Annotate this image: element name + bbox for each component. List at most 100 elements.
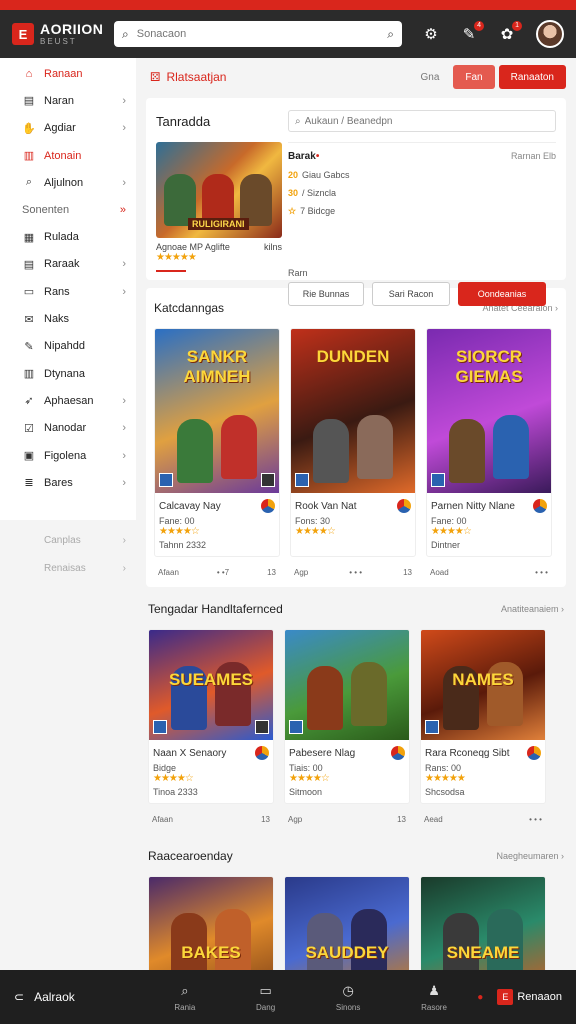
- platform-icon: [153, 720, 167, 734]
- sidebar-item-atonain[interactable]: ▥ Atonain: [0, 142, 136, 169]
- sidebar-muted-label: Renaisas: [44, 562, 86, 574]
- bottom-tab-rasore[interactable]: ♟ Rasore: [421, 983, 447, 1012]
- game-cover-art: SUEAMES: [149, 630, 273, 740]
- game-card[interactable]: DUNDEN Rook Van Nat Fons: 30 ★★★★☆: [290, 328, 416, 557]
- gear-icon[interactable]: ✿ 1: [498, 21, 522, 43]
- user-avatar[interactable]: [536, 20, 564, 48]
- sidebar-item-label: Figolena: [44, 449, 87, 462]
- sidebar-muted-item[interactable]: Canplas ›: [0, 526, 136, 554]
- game-extra: Dintner: [431, 540, 461, 550]
- section-see-all-link[interactable]: Anatiteanaiem ›: [501, 604, 564, 614]
- sidebar-section-header[interactable]: Sonenten »: [0, 196, 136, 223]
- game-stat: Fons: 30: [295, 516, 331, 526]
- settings-icon[interactable]: ⚙: [422, 25, 440, 43]
- folder-icon: ▭: [23, 286, 35, 299]
- sidebar-item-naks[interactable]: ✉ Naks: [0, 305, 136, 332]
- stat-number: 20: [288, 170, 299, 180]
- sidebar-item-raraak[interactable]: ▤ Raraak ›: [0, 251, 136, 278]
- rating-stars: ★★★★☆: [153, 773, 194, 784]
- sidebar-item-rans[interactable]: ▭ Rans ›: [0, 278, 136, 305]
- app-icon: E: [497, 989, 514, 1005]
- notification-badge: 4: [474, 21, 484, 31]
- featured-info: Barak• Rarnan Elb 20 Giau Gabcs 30/ Sizncl…: [288, 142, 556, 238]
- more-dots-icon[interactable]: • • •: [349, 568, 362, 577]
- book-icon: ▥: [23, 150, 35, 163]
- sidebar-item-dtynana[interactable]: ▥ Dtynana: [0, 360, 136, 387]
- page-title: ⚄ Rlatsaatjan: [150, 70, 227, 84]
- game-card[interactable]: NAMES Rara Rconeqg Sibt Rans: 00 ★★★★★ Shcso…: [420, 629, 546, 804]
- secondary-button[interactable]: Rie Bunnas: [288, 282, 364, 306]
- sidebar-muted-item[interactable]: Renaisas ›: [0, 554, 136, 582]
- game-extra: Tahnn 2332: [159, 540, 207, 550]
- card-footer-count: 13: [397, 814, 406, 824]
- sidebar-item-rulada[interactable]: ▦ Rulada: [0, 223, 136, 250]
- bottom-tab-rania[interactable]: ⌕ Rania: [174, 983, 195, 1012]
- controller-icon: [255, 720, 269, 734]
- bottom-right-label: Renaaon: [517, 991, 562, 1003]
- search-bar[interactable]: ⌕ ⌕: [114, 21, 402, 47]
- game-cover-art: SIORCR GIEMAS: [427, 329, 551, 493]
- pen-icon: ✎: [24, 340, 34, 353]
- game-card[interactable]: BAKES: [148, 876, 274, 970]
- rating-stars: ★★★★☆: [289, 773, 330, 784]
- section-title: Raacearoenday: [148, 849, 233, 863]
- game-card[interactable]: Pabesere Nlag Tiais: 00 ★★★★☆ Sitmoon: [284, 629, 410, 804]
- sidebar-item-ranaan[interactable]: ⌂ Ranaan: [0, 60, 136, 87]
- stat-label: Giau Gabcs: [302, 170, 350, 180]
- section-see-all-link[interactable]: Naegheumaren ›: [496, 851, 564, 861]
- game-card[interactable]: SUEAMES Naan X Senaory Bidge ★★★★☆ Tinoa 233…: [148, 629, 274, 804]
- featured-game-art[interactable]: RULIGIRANI: [156, 142, 282, 238]
- game-card[interactable]: SNEAME: [420, 876, 546, 970]
- game-card[interactable]: SAUDDEY: [284, 876, 410, 970]
- sidebar-item-figolena[interactable]: ▣ Figolena ›: [0, 442, 136, 469]
- sidebar-item-label: Agdiar: [44, 122, 76, 135]
- chevron-right-icon: ›: [122, 534, 126, 546]
- sidebar-item-naran[interactable]: ▤ Naran ›: [0, 87, 136, 114]
- game-card-info: Naan X Senaory Bidge ★★★★☆ Tinoa 2333: [149, 740, 273, 803]
- featured-search[interactable]: ⌕: [288, 110, 556, 132]
- game-card-info: Calcavay Nay Fane: 00 ★★★★☆ Tahnn 2332: [155, 493, 279, 556]
- game-card[interactable]: SANKR AIMNEH Calcavay Nay Fane: 00 ★★★★☆ Tah…: [154, 328, 280, 557]
- secondary-button[interactable]: Sari Racon: [372, 282, 450, 306]
- primary-action-button[interactable]: Ranaaton: [498, 65, 566, 89]
- back-button[interactable]: ⊂ Aalraok: [14, 990, 144, 1004]
- rating-badge-icon: [261, 499, 275, 513]
- bottom-tab-label: Rania: [174, 1002, 196, 1012]
- game-section: Raacearoenday Naegheumaren › BAKES SAUDDEY S…: [146, 836, 566, 970]
- sidebar-item-aphaesan[interactable]: ➶ Aphaesan ›: [0, 387, 136, 414]
- small-action-button[interactable]: Fan: [453, 65, 495, 89]
- card-footer-count: • • •: [529, 814, 542, 824]
- game-title: Pabesere Nlag: [289, 747, 356, 759]
- sidebar-item-nanodar[interactable]: ☑ Nanodar ›: [0, 415, 136, 442]
- edit-icon[interactable]: ✎ 4: [460, 21, 484, 43]
- header-link[interactable]: Gna: [420, 72, 439, 83]
- game-logo-text: SAUDDEY: [305, 943, 389, 962]
- sidebar-item-nipahdd[interactable]: ✎ Nipahdd: [0, 333, 136, 360]
- featured-search-input[interactable]: [304, 115, 549, 127]
- bottom-right-action[interactable]: ● E Renaaon: [477, 989, 562, 1005]
- game-title: Calcavay Nay: [159, 500, 221, 512]
- bottom-tab-label: Rasore: [421, 1002, 447, 1012]
- bottom-tab-dang[interactable]: ▭ Dang: [256, 983, 275, 1012]
- chevron-right-icon: ›: [122, 422, 126, 435]
- more-dots-icon[interactable]: • •7: [217, 568, 229, 577]
- primary-button[interactable]: Oondeanias: [458, 282, 546, 306]
- sidebar-item-label: Naran: [44, 94, 74, 107]
- card-footer-label: Agp: [294, 567, 309, 577]
- platform-icon: [159, 473, 173, 487]
- bottom-tab-sinons[interactable]: ◷ Sinons: [336, 983, 360, 1012]
- search-input[interactable]: [136, 28, 380, 40]
- sidebar-item-agdiar[interactable]: ✋ Agdiar ›: [0, 115, 136, 142]
- search-submit-icon[interactable]: ⌕: [387, 27, 394, 42]
- sidebar-item-label: Bares: [44, 476, 73, 489]
- sidebar-item-bares[interactable]: ≣ Bares ›: [0, 469, 136, 496]
- game-cover-art: BAKES: [149, 877, 273, 970]
- game-logo-text: SIORCR GIEMAS: [455, 347, 523, 386]
- game-logo-text: SUEAMES: [168, 670, 254, 689]
- sidebar-item-aljulnon[interactable]: ⌕ Aljulnon ›: [0, 169, 136, 196]
- game-platform: Elb: [542, 151, 556, 161]
- card-footer: Agp • • • 13: [290, 557, 416, 587]
- game-stat: Tiais: 00: [289, 763, 323, 773]
- app-logo[interactable]: E AORIION BEUST: [12, 22, 112, 46]
- game-card[interactable]: SIORCR GIEMAS Parnen Nitty Nlane Fane: 00 ★…: [426, 328, 552, 557]
